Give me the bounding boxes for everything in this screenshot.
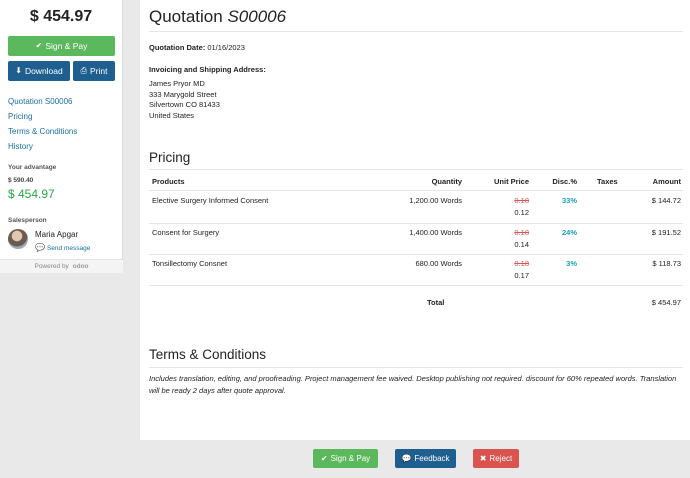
col-products: Products: [152, 177, 185, 186]
reject-label: Reject: [489, 454, 513, 463]
title-prefix: Quotation: [149, 7, 223, 26]
close-icon: ✖: [479, 453, 487, 463]
col-quantity: Quantity: [431, 177, 462, 186]
sidebar: $ 454.97 ✔ Sign & Pay ⬇ Download ⎙ Print…: [0, 0, 123, 273]
discount: 33%: [561, 196, 577, 205]
quotation-number: S00006: [227, 7, 287, 26]
address-line: United States: [149, 110, 195, 120]
quantity: 1,200.00 Words: [409, 196, 462, 205]
salesperson-label: Salesperson: [8, 217, 47, 224]
terms-heading: Terms & Conditions: [149, 347, 267, 362]
quotation-date: Quotation Date: 01/16/2023: [149, 43, 245, 52]
advantage-label: Your advantage: [8, 164, 57, 171]
page-title: Quotation S00006: [149, 7, 286, 27]
amount: $ 191.52: [651, 228, 681, 237]
quantity: 680.00 Words: [415, 259, 462, 268]
total-label: Total: [427, 298, 445, 307]
amount: $ 118.73: [652, 259, 681, 268]
download-icon: ⬇: [15, 66, 22, 75]
reject-button[interactable]: ✖ Reject: [473, 449, 519, 468]
pricing-heading: Pricing: [149, 150, 191, 165]
date-value: 01/16/2023: [207, 43, 245, 52]
divider: [149, 223, 683, 224]
date-label: Quotation Date:: [149, 43, 206, 52]
nav-link-history[interactable]: History: [8, 139, 77, 154]
address-line: 333 Marygold Street: [149, 89, 217, 99]
nav-link-quotation[interactable]: Quotation S00006: [8, 94, 77, 109]
feedback-button[interactable]: 💬 Feedback: [395, 449, 456, 468]
divider: [149, 254, 683, 255]
discount: 24%: [561, 228, 577, 237]
col-unit-price: Unit Price: [493, 177, 529, 186]
original-unit-price: 0.18: [514, 259, 529, 268]
product-name: Tonsillectomy Consnet: [152, 259, 228, 268]
nav-link-pricing[interactable]: Pricing: [8, 109, 77, 124]
unit-price: 0.14: [514, 240, 529, 249]
sidebar-total: $ 454.97: [29, 8, 93, 25]
divider: [149, 169, 683, 170]
total-value: $ 454.97: [651, 298, 681, 307]
amount: $ 144.72: [651, 196, 681, 205]
salesperson-name: Maria Apgar: [35, 230, 79, 239]
unit-price: 0.17: [514, 271, 529, 280]
print-icon: ⎙: [80, 66, 87, 75]
divider: [149, 31, 683, 32]
terms-text: Includes translation, editing, and proof…: [149, 374, 677, 395]
comment-icon: 💬: [401, 453, 412, 463]
quantity: 1,400.00 Words: [409, 228, 462, 237]
col-taxes: Taxes: [597, 177, 618, 186]
address-line: Silvertown CO 81433: [149, 100, 220, 109]
address-label: Invoicing and Shipping Address:: [149, 65, 266, 74]
download-button[interactable]: ⬇ Download: [8, 61, 70, 81]
footer-sign-pay-button[interactable]: ✔ Sign & Pay: [313, 449, 378, 468]
discounted-price: $ 454.97: [8, 187, 55, 201]
quotation-document: Quotation S00006 Quotation Date: 01/16/2…: [140, 0, 690, 440]
send-message-link[interactable]: 💬 Send message: [35, 244, 90, 252]
powered-by-text: Powered by: [34, 263, 69, 270]
sign-pay-label: Sign & Pay: [330, 454, 371, 463]
original-price: $ 590.40: [8, 177, 34, 184]
col-discount: Disc.%: [552, 177, 577, 186]
col-amount: Amount: [652, 177, 681, 186]
print-button[interactable]: ⎙ Print: [73, 61, 115, 81]
feedback-label: Feedback: [414, 454, 450, 463]
send-message-label: Send message: [46, 244, 91, 252]
product-name: Consent for Surgery: [152, 228, 220, 237]
address-line: James Pryor MD: [149, 79, 205, 88]
original-unit-price: 0.18: [514, 228, 529, 237]
print-label: Print: [89, 66, 108, 76]
sidebar-sign-pay-button[interactable]: ✔ Sign & Pay: [8, 36, 115, 56]
divider: [149, 367, 683, 368]
original-unit-price: 0.18: [514, 196, 529, 205]
address-block: James Pryor MD 333 Marygold Street Silve…: [149, 79, 220, 121]
odoo-logo[interactable]: odoo: [73, 263, 89, 270]
download-label: Download: [24, 66, 63, 76]
product-name: Elective Surgery Informed Consent: [152, 196, 269, 205]
salesperson-avatar: [8, 229, 28, 249]
sign-pay-label: Sign & Pay: [45, 41, 88, 51]
divider: [149, 190, 683, 191]
check-icon: ✔: [35, 41, 43, 50]
powered-by: Powered by odoo: [0, 259, 123, 273]
sidebar-nav: Quotation S00006 Pricing Terms & Conditi…: [8, 94, 77, 154]
divider: [149, 285, 683, 286]
discount: 3%: [566, 259, 577, 268]
check-icon: ✔: [320, 453, 328, 463]
comment-icon: 💬: [35, 243, 45, 252]
unit-price: 0.12: [514, 208, 529, 217]
nav-link-terms[interactable]: Terms & Conditions: [8, 124, 77, 139]
